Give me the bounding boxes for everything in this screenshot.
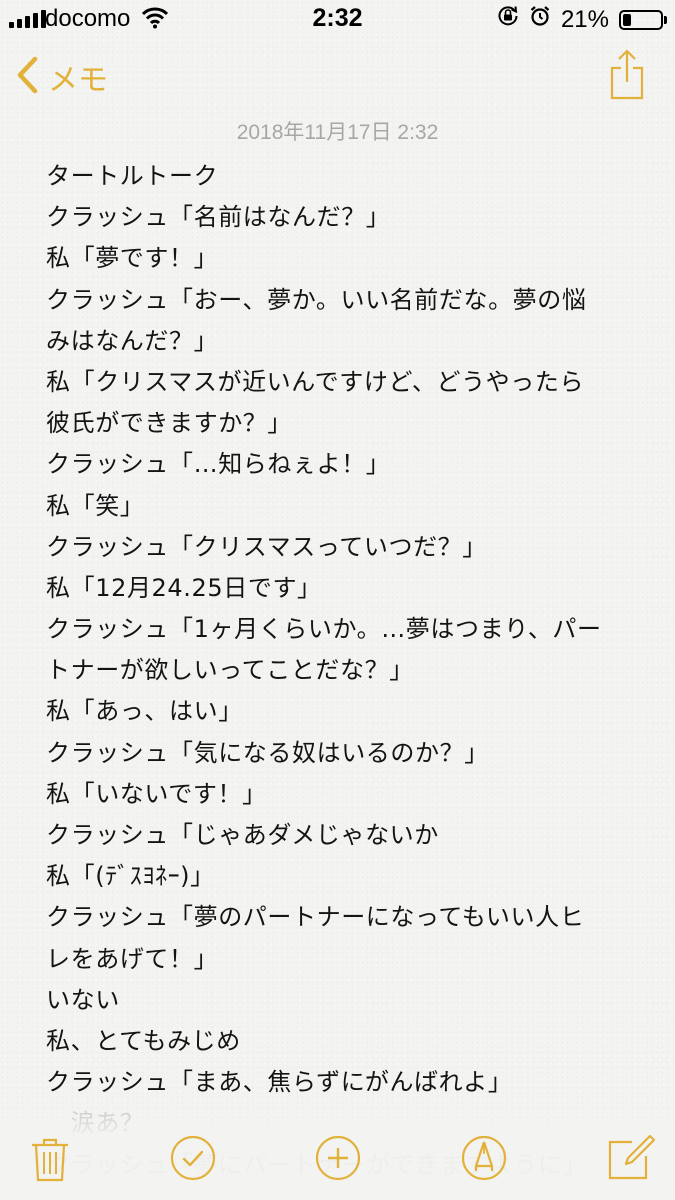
add-button[interactable] xyxy=(310,1130,366,1186)
note-line: 私「笑」 xyxy=(46,491,145,520)
note-line: クラッシュ「クリスマスっていつだ？」 xyxy=(46,532,487,561)
status-right-group: 21% xyxy=(497,5,667,34)
battery-level xyxy=(623,13,631,26)
checklist-button[interactable] xyxy=(165,1130,221,1186)
note-line: クラッシュ「1ヶ月くらいか。…夢はつまり、パー xyxy=(46,615,602,644)
bottom-toolbar xyxy=(0,1116,675,1200)
sketch-button[interactable] xyxy=(456,1130,512,1186)
share-button[interactable] xyxy=(607,48,647,104)
note-line: 私「(ﾃﾞｽﾖﾈｰ)」 xyxy=(46,862,215,891)
note-line: 彼氏ができますか？」 xyxy=(46,409,292,438)
note-line: 私「夢です！」 xyxy=(46,244,219,273)
note-line: いない xyxy=(46,985,120,1014)
orientation-lock-icon xyxy=(497,5,519,34)
note-date: 2018年11月17日 2:32 xyxy=(236,121,439,144)
note-line: タートルトーク xyxy=(46,162,219,190)
status-bar: docomo 2:32 21% xyxy=(0,0,675,40)
battery-percent: 21% xyxy=(560,5,609,33)
back-label: メモ xyxy=(48,63,108,98)
note-line: トナーが欲しいってことだな？」 xyxy=(46,656,414,685)
checkmark-circle-icon xyxy=(170,1135,216,1181)
pen-tip-circle-icon xyxy=(461,1135,507,1181)
nav-bar: メモ xyxy=(0,48,675,108)
note-body[interactable]: タートルトーククラッシュ「名前はなんだ？」 私「夢です！」クラッシュ「おー、夢か。… xyxy=(46,156,646,1186)
note-line: みはなんだ？」 xyxy=(46,326,219,355)
plus-circle-icon xyxy=(315,1135,361,1181)
note-line: クラッシュ「気になる奴はいるのか？」 xyxy=(46,738,489,767)
note-line: クラッシュ「まあ、焦らずにがんばれよ」 xyxy=(46,1068,513,1097)
chevron-left-icon xyxy=(16,56,38,98)
note-line: クラッシュ「おー、夢か。いい名前だな。夢の悩 xyxy=(46,285,587,314)
note-line: 私「いないです！」 xyxy=(46,779,267,808)
note-line: 私、とてもみじめ xyxy=(46,1026,241,1055)
compose-icon xyxy=(608,1134,656,1180)
note-line: クラッシュ「名前はなんだ？」 xyxy=(46,203,391,232)
battery-icon xyxy=(619,9,667,30)
note-line: 私「12月24.25日です」 xyxy=(46,573,322,602)
trash-icon xyxy=(32,1138,68,1182)
note-line: 私「クリスマスが近いんですけど、どうやったら xyxy=(46,367,585,396)
share-icon xyxy=(610,49,644,100)
alarm-icon xyxy=(529,5,551,34)
delete-button[interactable] xyxy=(22,1130,78,1186)
note-line: クラッシュ「じゃあダメじゃないか xyxy=(46,821,439,849)
compose-button[interactable] xyxy=(602,1130,658,1186)
note-line: 私「あっ、はい」 xyxy=(46,697,243,726)
note-line: レをあげて！」 xyxy=(46,944,219,973)
note-line: クラッシュ「夢のパートナーになってもいい人ヒ xyxy=(46,903,585,932)
note-line: クラッシュ「…知らねぇよ！」 xyxy=(46,450,391,479)
back-button[interactable]: メモ xyxy=(16,54,108,100)
